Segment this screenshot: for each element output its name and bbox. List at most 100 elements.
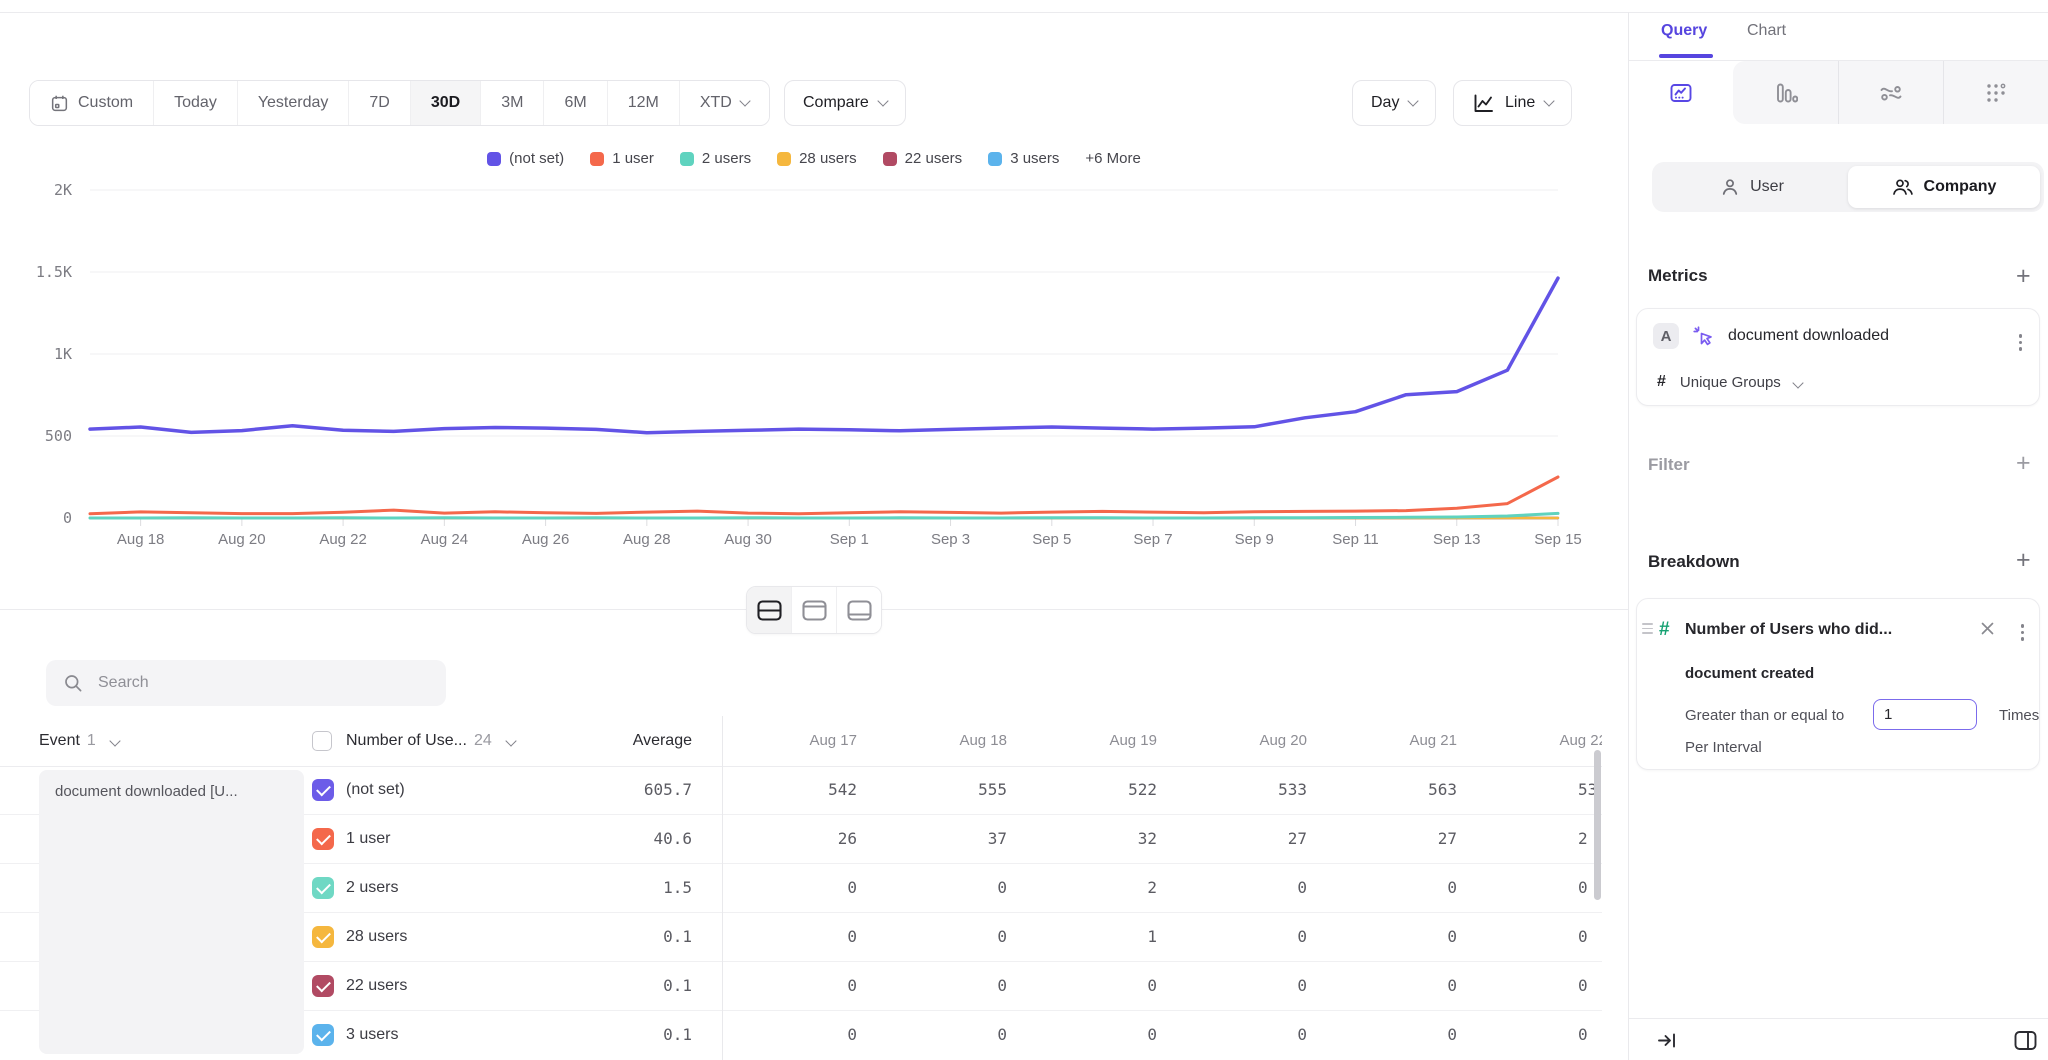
legend-item[interactable]: 1 user <box>590 150 654 167</box>
measure-dropdown[interactable]: Unique Groups <box>1680 374 1802 391</box>
layout-split-button[interactable] <box>747 587 791 633</box>
bottom-view-icon <box>847 600 872 621</box>
chart-type-tab-grid[interactable] <box>1943 61 2048 124</box>
range-button-12m[interactable]: 12M <box>607 81 679 125</box>
range-button-today[interactable]: Today <box>153 81 237 125</box>
tab-query[interactable]: Query <box>1661 22 1707 40</box>
row-checkbox[interactable] <box>312 828 334 850</box>
table-cell: 0 <box>1007 962 1157 1010</box>
metrics-title: Metrics <box>1648 266 1708 286</box>
table-cell: 0 <box>857 913 1007 961</box>
metric-event-name[interactable]: document downloaded <box>1728 327 1889 345</box>
split-view-icon <box>757 600 782 621</box>
metric-card[interactable]: A document downloaded # Unique Groups <box>1636 308 2040 406</box>
table-cell: 37 <box>857 815 1007 863</box>
select-all-checkbox[interactable] <box>312 731 332 751</box>
date-column-header: Aug 17 <box>707 716 857 766</box>
svg-text:Sep 15: Sep 15 <box>1534 531 1582 548</box>
breakdown-card[interactable]: # Number of Users who did... document cr… <box>1636 598 2040 770</box>
search-box[interactable] <box>46 660 446 706</box>
collapse-panel-icon[interactable] <box>1657 1031 1678 1050</box>
row-checkbox[interactable] <box>312 926 334 948</box>
breakdown-event[interactable]: document created <box>1685 665 1814 682</box>
add-metric-button[interactable]: + <box>2016 266 2031 286</box>
legend-more[interactable]: +6 More <box>1085 150 1140 167</box>
hash-icon: # <box>1659 619 1670 641</box>
event-count: 1 <box>87 732 96 749</box>
svg-text:Aug 28: Aug 28 <box>623 531 671 548</box>
row-checkbox[interactable] <box>312 1024 334 1046</box>
times-input[interactable] <box>1873 699 1977 730</box>
chevron-down-icon <box>1408 95 1419 106</box>
tab-chart[interactable]: Chart <box>1747 22 1786 40</box>
legend-item[interactable]: 22 users <box>883 150 963 167</box>
svg-text:Aug 24: Aug 24 <box>421 531 469 548</box>
table-header: Event1 Number of Use...24 Average Aug 17… <box>0 716 1602 767</box>
remove-breakdown-icon[interactable] <box>1980 621 1995 636</box>
table-cell: 0 <box>1307 1011 1457 1058</box>
chart-type-tab-line[interactable] <box>1628 61 1733 124</box>
sidebar-toggle-icon[interactable] <box>2014 1030 2037 1051</box>
line-chart[interactable]: 05001K1.5K2KAug 18Aug 20Aug 22Aug 24Aug … <box>0 170 1628 570</box>
table-cell: 0 <box>1307 864 1457 912</box>
layout-table-only-button[interactable] <box>836 587 881 633</box>
row-label: 3 users <box>346 1011 398 1058</box>
legend-item[interactable]: (not set) <box>487 150 564 167</box>
legend-swatch <box>883 152 897 166</box>
series-count: 24 <box>474 732 492 749</box>
series-column-header[interactable]: Number of Use...24 <box>346 716 515 766</box>
table-scrollbar[interactable] <box>1594 750 1601 900</box>
row-checkbox[interactable] <box>312 975 334 997</box>
interval-button[interactable]: Day <box>1352 80 1436 126</box>
range-button-yesterday[interactable]: Yesterday <box>237 81 349 125</box>
event-column-header[interactable]: Event 1 <box>39 716 119 766</box>
event-cell[interactable]: document downloaded [U... <box>39 770 304 1054</box>
date-column-header: Aug 18 <box>857 716 1007 766</box>
table-cell: 0 <box>1157 864 1307 912</box>
toggle-company[interactable]: Company <box>1848 166 2040 208</box>
legend-label: 3 users <box>1010 150 1059 167</box>
row-checkbox[interactable] <box>312 779 334 801</box>
svg-text:Sep 1: Sep 1 <box>830 531 869 548</box>
svg-text:Sep 13: Sep 13 <box>1433 531 1481 548</box>
row-average: 0.1 <box>542 913 692 961</box>
breakdown-kebab-menu[interactable] <box>2018 621 2028 644</box>
panel-divider <box>1628 12 1629 1060</box>
range-button-7d[interactable]: 7D <box>348 81 409 125</box>
filter-title: Filter <box>1648 455 1690 475</box>
toggle-user[interactable]: User <box>1656 166 1848 208</box>
chart-series--not-set- <box>90 278 1558 433</box>
drag-handle-icon[interactable] <box>1642 623 1653 634</box>
range-button-xtd[interactable]: XTD <box>679 81 769 125</box>
range-button-6m[interactable]: 6M <box>543 81 606 125</box>
row-checkbox[interactable] <box>312 877 334 899</box>
event-header-label: Event <box>39 732 80 749</box>
chart-type-button[interactable]: Line <box>1453 80 1572 126</box>
table-cell: 0 <box>707 962 857 1010</box>
hash-icon: # <box>1657 373 1666 391</box>
table-cell: 0 <box>1578 962 1588 1010</box>
metric-kebab-menu[interactable] <box>2016 331 2026 354</box>
table-cell: 1 <box>1007 913 1157 961</box>
legend-label: (not set) <box>509 150 564 167</box>
search-input[interactable] <box>96 673 429 693</box>
add-breakdown-button[interactable]: + <box>2016 550 2031 570</box>
row-average: 605.7 <box>542 766 692 814</box>
table-cell: 533 <box>1157 766 1307 814</box>
legend-item[interactable]: 28 users <box>777 150 857 167</box>
chart-type-tab-flow[interactable] <box>1838 61 1943 124</box>
chart-type-tab-bar[interactable] <box>1733 61 1838 124</box>
table-cell: 0 <box>1307 962 1457 1010</box>
user-label: User <box>1750 178 1784 196</box>
legend-item[interactable]: 3 users <box>988 150 1059 167</box>
chart-series-1-user <box>90 477 1558 514</box>
table-cell: 0 <box>1307 913 1457 961</box>
table-cell: 26 <box>707 815 857 863</box>
range-button-3m[interactable]: 3M <box>480 81 543 125</box>
layout-chart-only-button[interactable] <box>791 587 836 633</box>
legend-item[interactable]: 2 users <box>680 150 751 167</box>
range-button-custom[interactable]: Custom <box>30 81 153 125</box>
add-filter-button[interactable]: + <box>2016 453 2031 473</box>
range-button-30d[interactable]: 30D <box>410 81 480 125</box>
compare-button[interactable]: Compare <box>784 80 906 126</box>
